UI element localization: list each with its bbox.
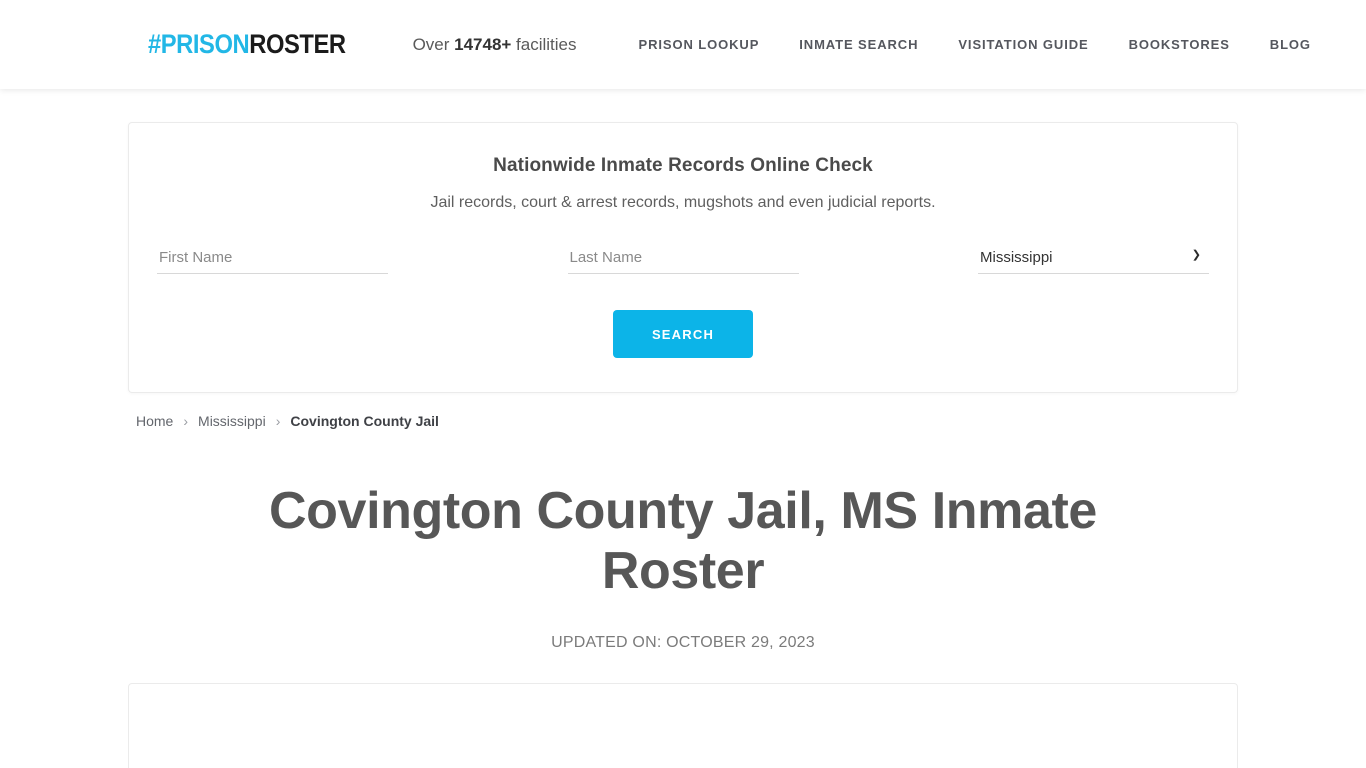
logo-suffix: ROSTER [249, 29, 346, 59]
nav-blog[interactable]: BLOG [1250, 37, 1331, 52]
breadcrumb-item-home[interactable]: Home [136, 413, 173, 429]
site-header: #PRISONROSTER Over 14748+ facilities PRI… [0, 0, 1366, 89]
first-name-field [157, 245, 388, 274]
page-title: Covington County Jail, MS Inmate Roster [269, 482, 1097, 601]
breadcrumb-chevron-icon: › [275, 413, 281, 429]
nav-inmate-search[interactable]: INMATE SEARCH [779, 37, 938, 52]
last-name-input[interactable] [567, 245, 799, 274]
inmate-search-card: Nationwide Inmate Records Online Check J… [128, 122, 1238, 393]
facilities-prefix: Over [412, 34, 455, 54]
header-inner: #PRISONROSTER Over 14748+ facilities PRI… [0, 31, 1366, 58]
last-name-field [567, 245, 799, 274]
main-navigation: PRISON LOOKUP INMATE SEARCH VISITATION G… [619, 37, 1331, 52]
roster-content-card [128, 682, 1238, 768]
nav-bookstores[interactable]: BOOKSTORES [1109, 37, 1250, 52]
logo-prefix: #PRISON [148, 29, 250, 59]
breadcrumb-item-current: Covington County Jail [290, 413, 439, 429]
state-select[interactable]: Mississippi [978, 245, 1209, 274]
facilities-count-note: Over 14748+ facilities [413, 35, 577, 55]
facilities-suffix: facilities [511, 34, 577, 54]
nav-visitation-guide[interactable]: VISITATION GUIDE [938, 37, 1108, 52]
breadcrumb-item-mississippi[interactable]: Mississippi [198, 413, 266, 429]
search-button-row: SEARCH [157, 310, 1209, 358]
search-button[interactable]: SEARCH [613, 310, 753, 358]
breadcrumb-chevron-icon: › [183, 413, 189, 429]
breadcrumb: Home › Mississippi › Covington County Ja… [128, 413, 1238, 429]
updated-on-label: UPDATED ON: OCTOBER 29, 2023 [551, 633, 815, 651]
inmate-search-form: Mississippi ❯ [157, 245, 1209, 274]
first-name-input[interactable] [157, 245, 388, 274]
search-card-subtitle: Jail records, court & arrest records, mu… [430, 194, 936, 211]
site-logo[interactable]: #PRISONROSTER [148, 31, 346, 58]
facilities-count: 14748+ [454, 34, 512, 54]
search-card-title: Nationwide Inmate Records Online Check [493, 155, 873, 176]
page-body: Nationwide Inmate Records Online Check J… [0, 122, 1366, 768]
state-field: Mississippi ❯ [978, 245, 1209, 274]
nav-prison-lookup[interactable]: PRISON LOOKUP [619, 37, 780, 52]
content-container: Nationwide Inmate Records Online Check J… [128, 122, 1238, 768]
